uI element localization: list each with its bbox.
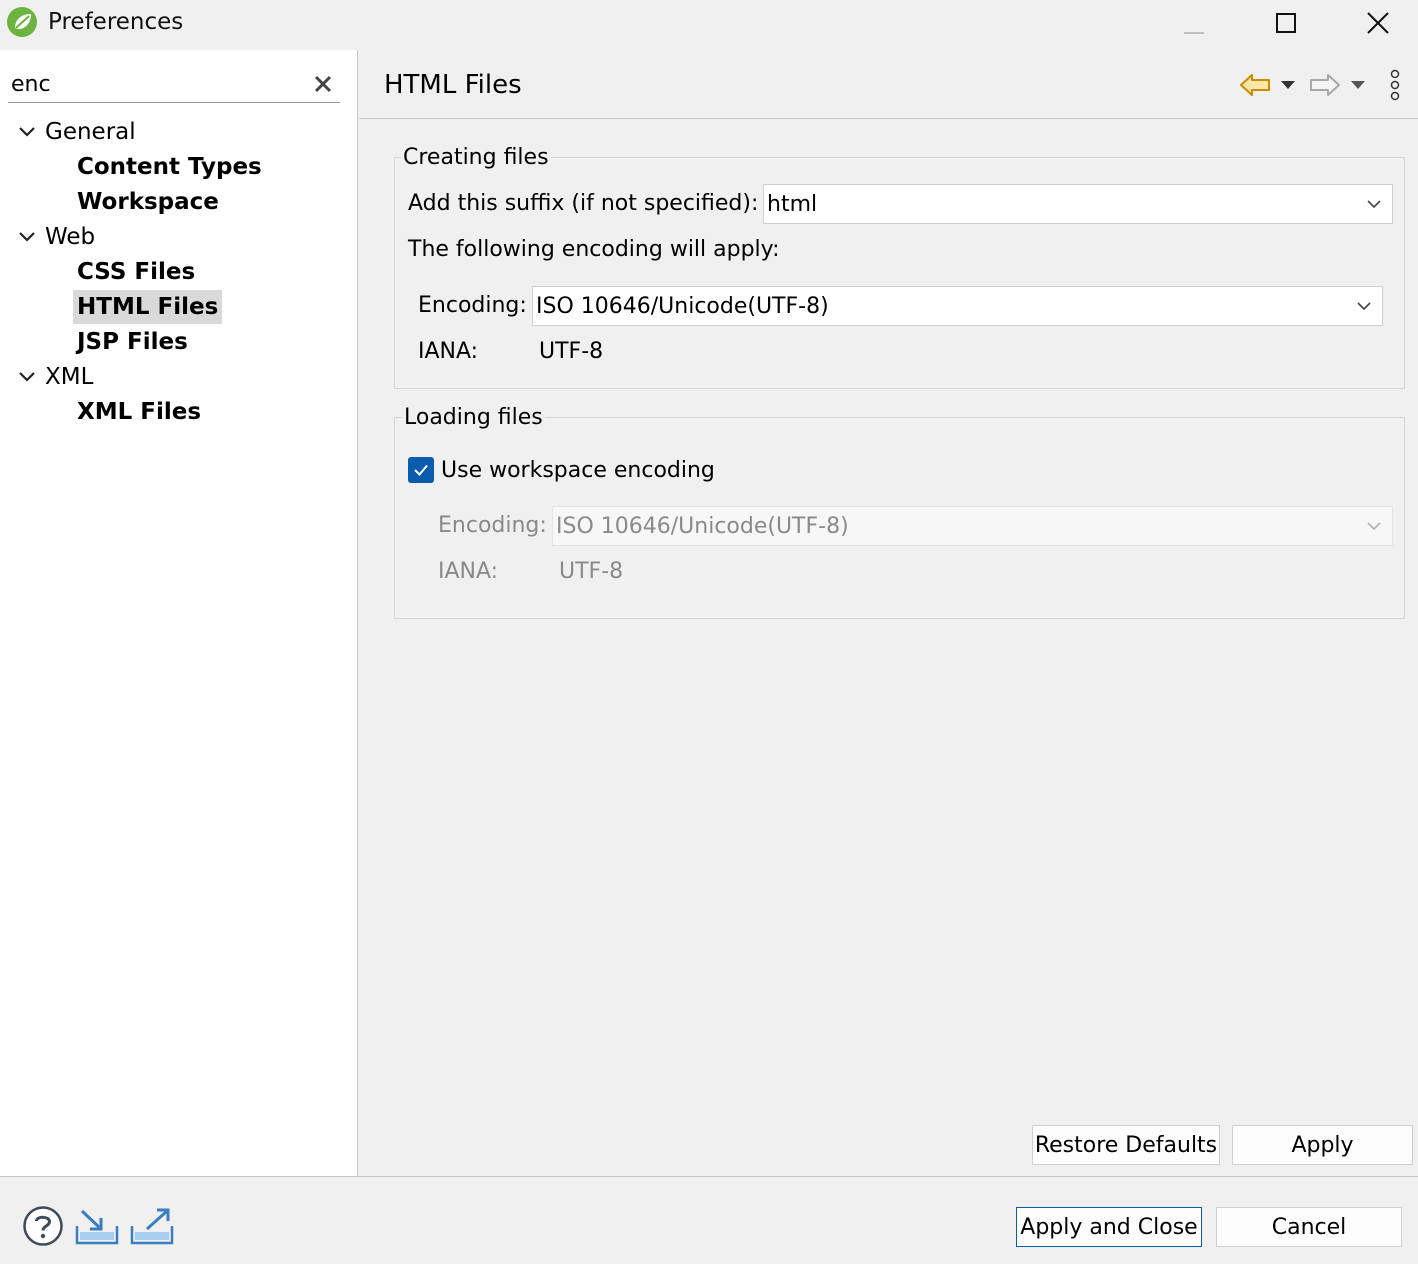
loading-iana-label: IANA: [438,559,499,584]
chevron-down-icon [1367,200,1381,209]
tree-node-label: Web [45,224,96,250]
encoding-note: The following encoding will apply: [408,237,780,262]
tree-node-general[interactable]: General [18,115,136,149]
checkbox-label: Use workspace encoding [441,457,715,483]
import-button[interactable] [74,1204,120,1248]
apply-button[interactable]: Apply [1232,1125,1413,1165]
iana-label: IANA: [418,339,479,364]
suffix-value: html [767,191,818,217]
loading-iana-value: UTF-8 [559,559,624,584]
import-icon [75,1209,119,1245]
forward-button[interactable] [1307,70,1343,100]
app-logo-icon [6,6,38,38]
back-button[interactable] [1237,70,1273,100]
forward-arrow-icon [1310,74,1340,96]
close-button[interactable] [1332,0,1418,46]
checkmark-icon [414,464,428,476]
more-vertical-icon [1390,69,1400,101]
help-icon [23,1206,63,1246]
group-title-loading: Loading files [402,405,545,430]
back-history-dropdown[interactable] [1277,70,1299,100]
apply-and-close-button[interactable]: Apply and Close [1016,1207,1202,1247]
chevron-down-icon[interactable] [18,368,36,386]
tree-item-content-types[interactable]: Content Types [73,150,266,184]
chevron-down-icon [1357,302,1371,311]
header-divider [359,118,1418,119]
tree-node-label: General [45,119,136,145]
help-button[interactable] [20,1204,66,1248]
maximize-button[interactable] [1240,0,1332,46]
back-arrow-icon [1240,74,1270,96]
filter-box [8,65,340,103]
footer-divider [0,1176,1418,1177]
forward-history-dropdown[interactable] [1347,70,1369,100]
dropdown-triangle-icon [1281,81,1295,89]
loading-encoding-combo: ISO 10646/Unicode(UTF-8) [552,506,1393,546]
tree-item-css-files[interactable]: CSS Files [73,255,199,289]
use-workspace-encoding-checkbox[interactable] [408,457,434,483]
restore-defaults-button[interactable]: Restore Defaults [1032,1125,1220,1165]
preference-page: HTML Files Creating files Add this suffi… [359,50,1418,1176]
filter-input[interactable] [11,68,301,100]
encoding-label: Encoding: [418,293,527,318]
tree-item-html-files[interactable]: HTML Files [73,290,223,324]
export-button[interactable] [129,1204,175,1248]
view-menu-button[interactable] [1383,68,1407,102]
preference-tree-pane: General Content Types Workspace Web CSS … [0,50,358,1176]
tree-node-web[interactable]: Web [18,220,95,254]
iana-value: UTF-8 [539,339,604,364]
chevron-down-icon [1367,522,1381,531]
tree-node-label: XML [45,364,94,390]
title-bar: Preferences [0,0,1418,50]
group-title-creating: Creating files [401,145,551,170]
clear-filter-icon[interactable] [312,73,334,95]
creating-encoding-value: ISO 10646/Unicode(UTF-8) [536,293,829,319]
tree-node-xml[interactable]: XML [18,360,93,394]
loading-encoding-label: Encoding: [438,513,547,538]
cancel-button[interactable]: Cancel [1216,1207,1402,1247]
window-title: Preferences [48,9,184,35]
suffix-combo[interactable]: html [763,184,1393,224]
minimize-button[interactable] [1148,0,1240,46]
loading-encoding-value: ISO 10646/Unicode(UTF-8) [556,513,849,539]
tree-item-jsp-files[interactable]: JSP Files [73,325,192,359]
tree-item-xml-files[interactable]: XML Files [73,395,205,429]
suffix-label: Add this suffix (if not specified): [408,191,759,216]
page-title: HTML Files [384,70,522,100]
chevron-down-icon[interactable] [18,228,36,246]
chevron-down-icon[interactable] [18,123,36,141]
creating-encoding-combo[interactable]: ISO 10646/Unicode(UTF-8) [532,286,1383,326]
dropdown-triangle-icon [1351,81,1365,89]
use-workspace-encoding-option[interactable]: Use workspace encoding [408,457,715,483]
tree-item-workspace[interactable]: Workspace [73,185,223,219]
export-icon [130,1208,174,1245]
